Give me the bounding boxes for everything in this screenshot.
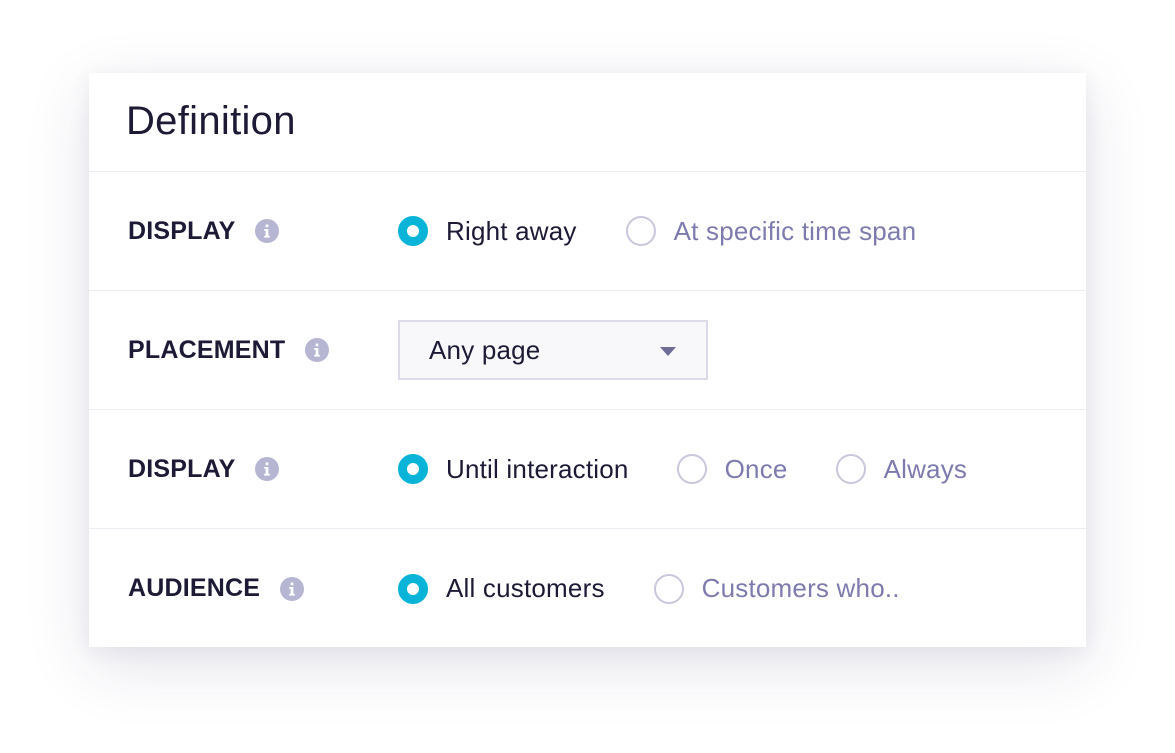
radio-label: All customers xyxy=(446,573,605,603)
radio-label: Once xyxy=(724,453,788,484)
audience-options: All customers Customers who.. xyxy=(398,529,900,648)
radio-unchecked-icon[interactable] xyxy=(676,454,707,484)
display-frequency-row: DISPLAY Until interaction Once Always xyxy=(89,410,1086,529)
radio-label: Until interaction xyxy=(446,453,629,484)
placement-label-group: PLACEMENT xyxy=(128,291,330,409)
card-header: Definition xyxy=(89,73,1086,172)
radio-unchecked-icon[interactable] xyxy=(625,216,656,246)
radio-unchecked-icon[interactable] xyxy=(835,454,866,484)
placement-control: Any page xyxy=(398,291,708,409)
info-icon[interactable] xyxy=(280,576,305,601)
radio-option-customers-who[interactable]: Customers who.. xyxy=(653,573,900,604)
radio-checked-icon[interactable] xyxy=(398,216,428,246)
radio-option-until-interaction[interactable]: Until interaction xyxy=(398,454,629,485)
placement-label: PLACEMENT xyxy=(128,335,286,364)
radio-label: Right away xyxy=(446,215,577,246)
audience-label: AUDIENCE xyxy=(128,574,261,602)
radio-option-once[interactable]: Once xyxy=(676,453,788,485)
info-icon[interactable] xyxy=(305,338,330,362)
placement-row: PLACEMENT Any page xyxy=(89,291,1086,410)
display-timing-label-group: DISPLAY xyxy=(128,172,280,290)
radio-checked-icon[interactable] xyxy=(398,454,428,484)
caret-down-icon xyxy=(660,347,676,356)
info-icon[interactable] xyxy=(255,219,280,243)
display-timing-label: DISPLAY xyxy=(128,216,236,245)
radio-option-at-specific-time-span[interactable]: At specific time span xyxy=(625,215,917,247)
radio-option-right-away[interactable]: Right away xyxy=(398,216,577,247)
radio-label: Always xyxy=(883,453,968,484)
audience-label-group: AUDIENCE xyxy=(128,529,305,648)
placement-select[interactable]: Any page xyxy=(398,320,708,380)
radio-unchecked-icon[interactable] xyxy=(653,573,684,604)
card-title: Definition xyxy=(126,98,296,143)
audience-row: AUDIENCE All customers Customers who.. xyxy=(89,529,1086,648)
display-frequency-options: Until interaction Once Always xyxy=(398,410,967,528)
placement-select-value: Any page xyxy=(429,334,541,365)
radio-label: At specific time span xyxy=(673,215,917,246)
radio-option-all-customers[interactable]: All customers xyxy=(398,573,605,604)
radio-label: Customers who.. xyxy=(701,573,900,603)
radio-checked-icon[interactable] xyxy=(398,573,428,604)
definition-card: Definition DISPLAY Right away At specifi… xyxy=(89,73,1086,647)
display-timing-options: Right away At specific time span xyxy=(398,172,916,290)
display-frequency-label-group: DISPLAY xyxy=(128,410,280,528)
display-frequency-label: DISPLAY xyxy=(128,454,236,483)
display-timing-row: DISPLAY Right away At specific time span xyxy=(89,172,1086,291)
radio-option-always[interactable]: Always xyxy=(835,453,968,485)
info-icon[interactable] xyxy=(255,457,280,481)
